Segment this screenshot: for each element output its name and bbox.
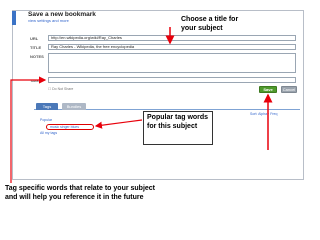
tags-label: TAGS bbox=[30, 78, 41, 83]
share-checkbox-row[interactable]: ☐ Do Not Share bbox=[48, 87, 73, 91]
title-label: TITLE bbox=[30, 45, 42, 50]
cancel-button[interactable]: Cancel bbox=[281, 86, 297, 93]
sort-links[interactable]: Sort: Alpha · Freq bbox=[250, 112, 277, 116]
form-header-accent bbox=[12, 11, 16, 25]
popular-tags-highlight[interactable]: music singer blues bbox=[46, 124, 94, 130]
notes-textarea[interactable] bbox=[48, 53, 296, 73]
popular-header[interactable]: Popular bbox=[40, 118, 52, 122]
checkbox-icon[interactable]: ☐ bbox=[48, 87, 51, 91]
url-input[interactable]: http://en.wikipedia.org/wiki/Ray_Charles bbox=[48, 35, 296, 41]
popular-tags-callout: Popular tag words for this subject bbox=[143, 111, 213, 145]
title-input[interactable]: Ray Charles - Wikipedia, the free encycl… bbox=[48, 44, 296, 50]
url-label: URL bbox=[30, 36, 39, 41]
tab-tags[interactable]: Tags bbox=[36, 103, 58, 110]
save-button[interactable]: Save bbox=[259, 86, 277, 93]
form-subtitle-link[interactable]: view settings and more bbox=[28, 18, 69, 23]
share-note: Do Not Share bbox=[52, 87, 74, 91]
form-title: Save a new bookmark bbox=[28, 11, 96, 18]
notes-label: NOTES bbox=[30, 54, 44, 59]
all-tags-header[interactable]: All my tags bbox=[40, 131, 57, 135]
tab-bundles[interactable]: Bundles bbox=[62, 103, 86, 110]
title-callout: Choose a title for your subject bbox=[181, 16, 239, 32]
tags-input[interactable] bbox=[48, 77, 296, 83]
tags-callout: Tag specific words that relate to your s… bbox=[5, 185, 156, 201]
